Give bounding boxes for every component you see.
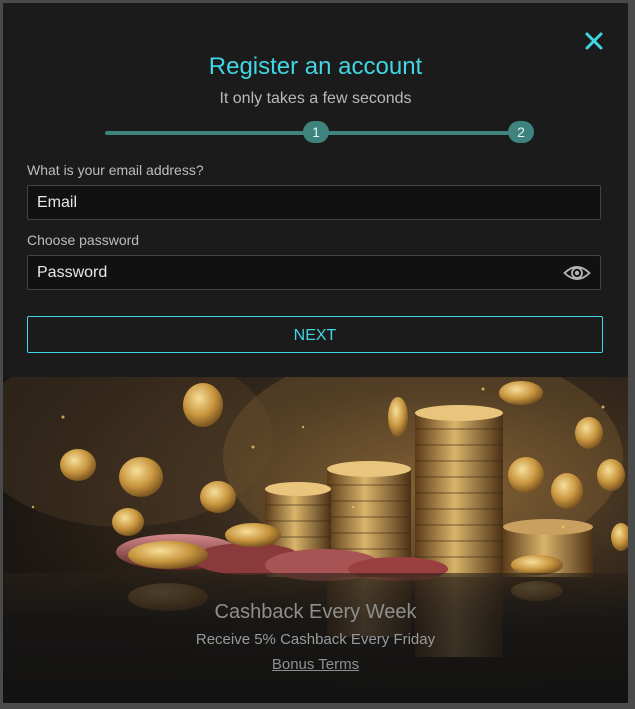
password-input[interactable] (28, 256, 600, 289)
close-icon (585, 32, 603, 50)
email-label: What is your email address? (27, 162, 204, 178)
casino-chips-coins-image (3, 377, 628, 703)
modal-subtitle: It only takes a few seconds (219, 90, 412, 107)
show-password-toggle[interactable] (563, 263, 591, 283)
promo-title: Cashback Every Week (214, 601, 417, 623)
eye-icon (563, 266, 591, 280)
progress-step-1: 1 (303, 121, 329, 143)
modal-title: Register an account (208, 53, 423, 80)
progress-step-2: 2 (508, 121, 534, 143)
next-button[interactable]: NEXT (27, 316, 603, 353)
step-progress: 1 2 (105, 120, 535, 144)
password-field-wrapper (27, 255, 601, 290)
bonus-terms-link[interactable]: Bonus Terms (272, 656, 359, 673)
password-label: Choose password (27, 232, 140, 248)
promo-banner: Cashback Every Week Receive 5% Cashback … (3, 377, 628, 703)
email-input[interactable] (28, 186, 600, 219)
close-button[interactable] (582, 29, 606, 53)
promo-subtitle: Receive 5% Cashback Every Friday (195, 631, 436, 648)
promo-link-wrapper: Bonus Terms (3, 656, 628, 673)
email-field-wrapper (27, 185, 601, 220)
register-modal: Register an account It only takes a few … (3, 3, 628, 703)
